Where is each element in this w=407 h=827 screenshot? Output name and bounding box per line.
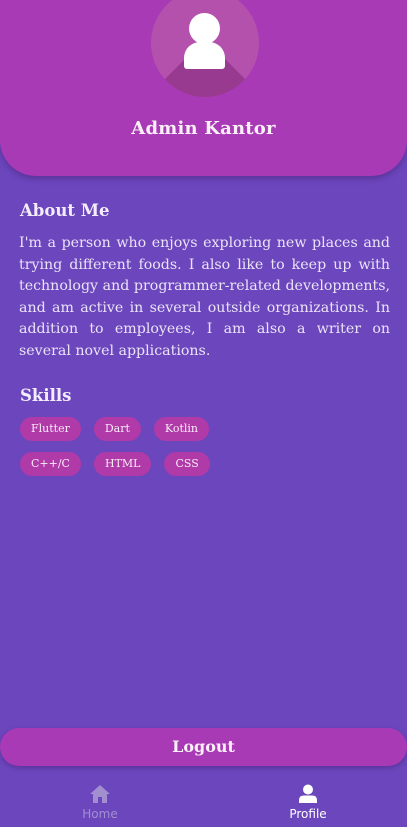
avatar bbox=[151, 0, 259, 97]
nav-home-label: Home bbox=[82, 807, 118, 821]
nav-item-profile[interactable]: Profile bbox=[238, 778, 378, 821]
about-title: About Me bbox=[20, 201, 110, 220]
skills-row-2: C++/C HTML CSS bbox=[20, 452, 210, 476]
logout-button[interactable]: Logout bbox=[0, 728, 407, 766]
skills-row-1: Flutter Dart Kotlin bbox=[20, 417, 209, 441]
skill-chip: Dart bbox=[93, 417, 141, 441]
profile-header: Admin Kantor bbox=[0, 0, 407, 176]
skills-title: Skills bbox=[20, 386, 72, 405]
person-icon-body bbox=[184, 42, 225, 69]
nav-profile-label: Profile bbox=[289, 807, 327, 821]
skill-chip: CSS bbox=[164, 452, 210, 476]
person-icon bbox=[299, 784, 317, 803]
bottom-nav: Home Profile bbox=[0, 778, 407, 827]
person-icon bbox=[189, 13, 220, 44]
home-icon bbox=[90, 785, 110, 803]
nav-item-home[interactable]: Home bbox=[30, 778, 170, 821]
skill-chip: C++/C bbox=[20, 452, 81, 476]
about-text: I'm a person who enjoys exploring new pl… bbox=[19, 235, 390, 359]
skill-chip: Kotlin bbox=[153, 417, 209, 441]
skill-chip: HTML bbox=[93, 452, 152, 476]
skill-chip: Flutter bbox=[20, 417, 81, 441]
profile-name: Admin Kantor bbox=[131, 118, 276, 139]
